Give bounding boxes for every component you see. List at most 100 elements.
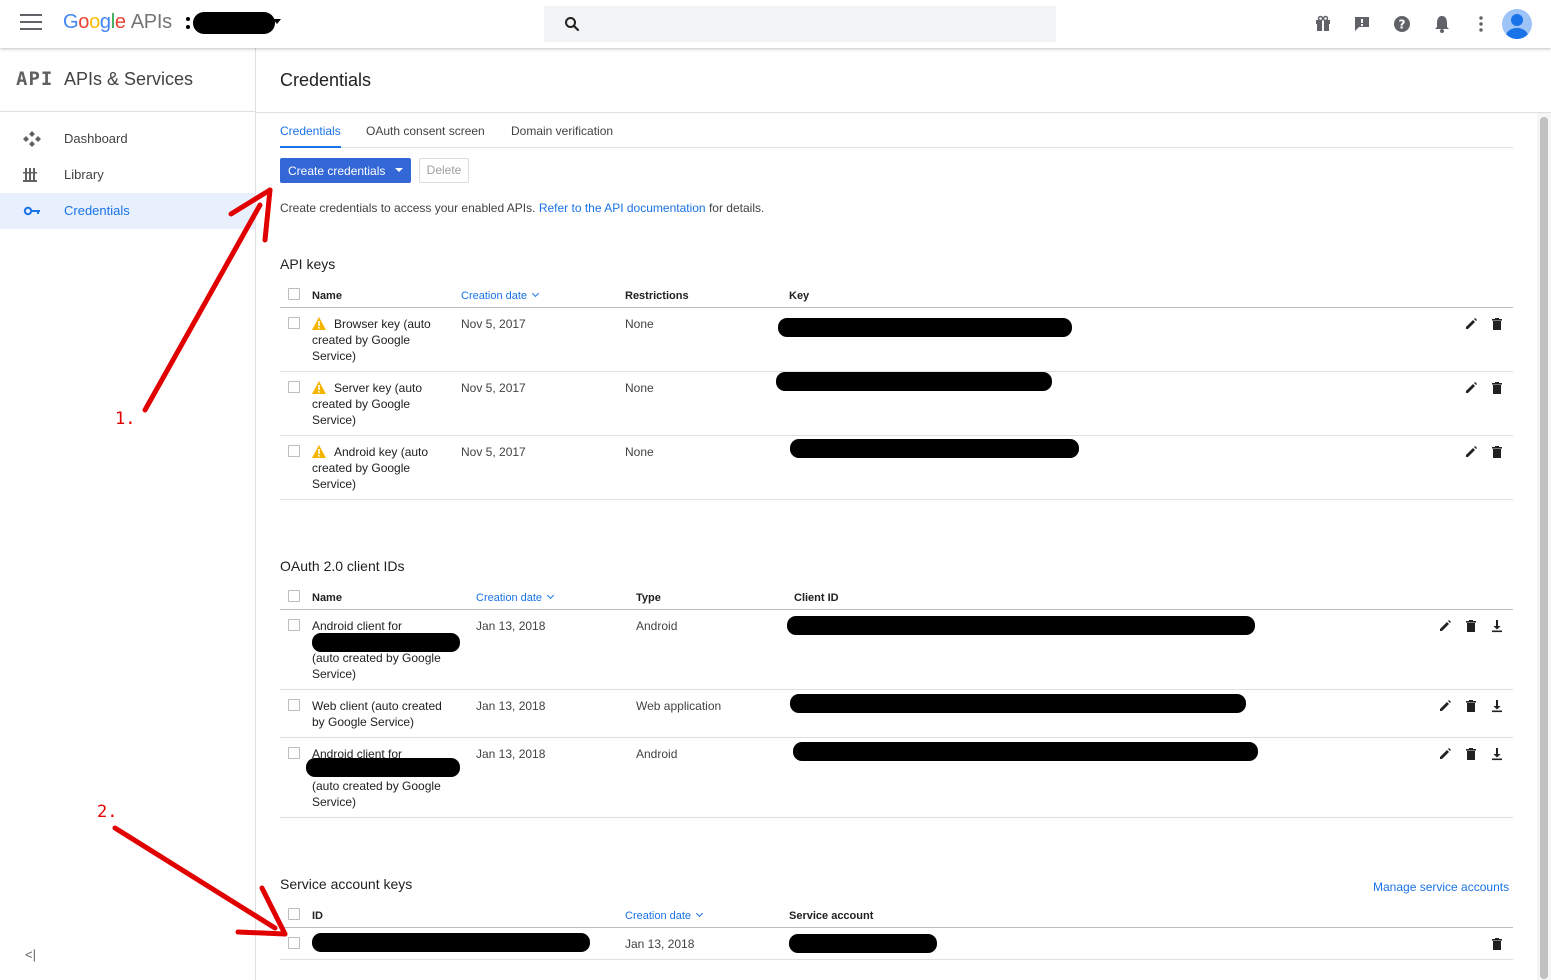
- delete-icon[interactable]: [1490, 937, 1504, 951]
- delete-icon[interactable]: [1464, 699, 1478, 713]
- sidebar: API APIs & Services Dashboard Library Cr…: [0, 48, 256, 980]
- sort-label: Creation date: [476, 592, 543, 604]
- delete-icon[interactable]: [1464, 747, 1478, 761]
- column-header-creation-date[interactable]: Creation date: [625, 909, 704, 922]
- sidebar-item-library[interactable]: Library: [0, 157, 255, 193]
- row-divider: [280, 737, 1513, 738]
- api-key-name-line1[interactable]: Server key (auto: [334, 380, 422, 396]
- select-all-checkbox[interactable]: [288, 590, 300, 602]
- sort-chevron-icon: [696, 909, 704, 918]
- scrollbar-thumb[interactable]: [1540, 117, 1548, 979]
- download-icon[interactable]: [1490, 619, 1504, 633]
- column-header-restrictions: Restrictions: [625, 290, 689, 302]
- sort-label: Creation date: [461, 290, 528, 302]
- scrollbar[interactable]: [1537, 113, 1551, 980]
- intro-text: Create credentials to access your enable…: [280, 201, 764, 215]
- help-icon[interactable]: ?: [1392, 14, 1412, 34]
- collapse-sidebar-icon[interactable]: <|: [25, 947, 36, 962]
- delete-icon[interactable]: [1490, 381, 1504, 395]
- gift-icon[interactable]: [1313, 14, 1333, 34]
- project-dropdown-caret-icon[interactable]: [273, 19, 281, 24]
- tab-domain-verification[interactable]: Domain verification: [511, 124, 613, 148]
- api-key-restrictions: None: [625, 445, 654, 459]
- column-header-name: Name: [312, 290, 342, 302]
- dashboard-icon: [23, 131, 41, 147]
- service-account-redacted: [789, 934, 937, 953]
- edit-icon[interactable]: [1438, 699, 1452, 713]
- column-header-client-id: Client ID: [794, 592, 839, 604]
- sidebar-title: APIs & Services: [64, 69, 194, 89]
- edit-icon[interactable]: [1464, 445, 1478, 459]
- row-checkbox[interactable]: [288, 619, 300, 631]
- google-apis-logo[interactable]: Google APIs: [63, 11, 172, 34]
- api-key-date: Nov 5, 2017: [461, 445, 526, 459]
- row-checkbox[interactable]: [288, 317, 300, 329]
- oauth-client-name-line4: Service): [312, 795, 357, 809]
- api-key-name-line3: Service): [312, 477, 357, 491]
- api-key-name-line3: Service): [312, 413, 357, 427]
- page-title: Credentials: [280, 70, 372, 90]
- table-divider: [280, 927, 1513, 928]
- tab-oauth-consent-screen[interactable]: OAuth consent screen: [366, 124, 485, 148]
- edit-icon[interactable]: [1438, 619, 1452, 633]
- api-key-value-redacted: [790, 439, 1079, 458]
- edit-icon[interactable]: [1464, 317, 1478, 331]
- delete-icon[interactable]: [1490, 445, 1504, 459]
- api-key-restrictions: None: [625, 381, 654, 395]
- oauth-client-type: Android: [636, 619, 678, 633]
- column-header-creation-date[interactable]: Creation date: [461, 289, 540, 302]
- oauth-client-name-line1[interactable]: Android client for: [312, 618, 402, 634]
- delete-icon[interactable]: [1490, 317, 1504, 331]
- row-checkbox[interactable]: [288, 747, 300, 759]
- svg-text:?: ?: [1399, 18, 1406, 32]
- edit-icon[interactable]: [1464, 381, 1478, 395]
- row-divider: [280, 689, 1513, 690]
- column-header-creation-date[interactable]: Creation date: [476, 591, 555, 604]
- api-documentation-link[interactable]: Refer to the API documentation: [539, 201, 706, 215]
- sidebar-item-dashboard[interactable]: Dashboard: [0, 121, 255, 157]
- row-checkbox[interactable]: [288, 445, 300, 457]
- api-key-date: Nov 5, 2017: [461, 381, 526, 395]
- library-icon: [23, 168, 37, 182]
- column-header-type: Type: [636, 592, 661, 604]
- tab-credentials[interactable]: Credentials: [280, 124, 341, 148]
- edit-icon[interactable]: [1438, 747, 1452, 761]
- oauth-client-name-redacted: [306, 758, 460, 777]
- api-key-name-line1[interactable]: Android key (auto: [334, 444, 428, 460]
- delete-icon[interactable]: [1464, 619, 1478, 633]
- create-credentials-button[interactable]: Create credentials: [280, 158, 411, 183]
- account-avatar[interactable]: [1502, 9, 1532, 39]
- feedback-icon[interactable]: [1352, 14, 1372, 34]
- api-key-date: Nov 5, 2017: [461, 317, 526, 331]
- manage-service-accounts-link[interactable]: Manage service accounts: [1373, 880, 1509, 894]
- hamburger-menu-icon[interactable]: [20, 14, 42, 34]
- oauth-client-date: Jan 13, 2018: [476, 699, 546, 713]
- project-selector-redacted[interactable]: [193, 12, 275, 34]
- api-key-name-line1[interactable]: Browser key (auto: [334, 316, 431, 332]
- table-divider: [280, 307, 1513, 308]
- row-checkbox[interactable]: [288, 699, 300, 711]
- row-divider: [280, 817, 1513, 818]
- column-header-name: Name: [312, 592, 342, 604]
- select-all-checkbox[interactable]: [288, 288, 300, 300]
- search-bar[interactable]: [544, 6, 1056, 42]
- warning-icon: [312, 445, 326, 458]
- project-icon: [186, 17, 190, 21]
- sidebar-item-credentials[interactable]: Credentials: [0, 193, 255, 229]
- chevron-down-icon: [395, 168, 403, 172]
- page-header: Credentials: [256, 48, 1551, 113]
- oauth-client-name-line1[interactable]: Web client (auto created: [312, 698, 442, 714]
- row-checkbox[interactable]: [288, 381, 300, 393]
- warning-icon: [312, 381, 326, 394]
- api-key-restrictions: None: [625, 317, 654, 331]
- tab-bar: Credentials OAuth consent screen Domain …: [280, 113, 1513, 148]
- column-header-id: ID: [312, 910, 323, 922]
- notifications-icon[interactable]: [1432, 14, 1452, 34]
- row-checkbox[interactable]: [288, 937, 300, 949]
- api-key-name-line3: Service): [312, 349, 357, 363]
- more-options-icon[interactable]: [1471, 14, 1491, 34]
- download-icon[interactable]: [1490, 747, 1504, 761]
- download-icon[interactable]: [1490, 699, 1504, 713]
- select-all-checkbox[interactable]: [288, 908, 300, 920]
- oauth-client-id-redacted: [793, 742, 1258, 761]
